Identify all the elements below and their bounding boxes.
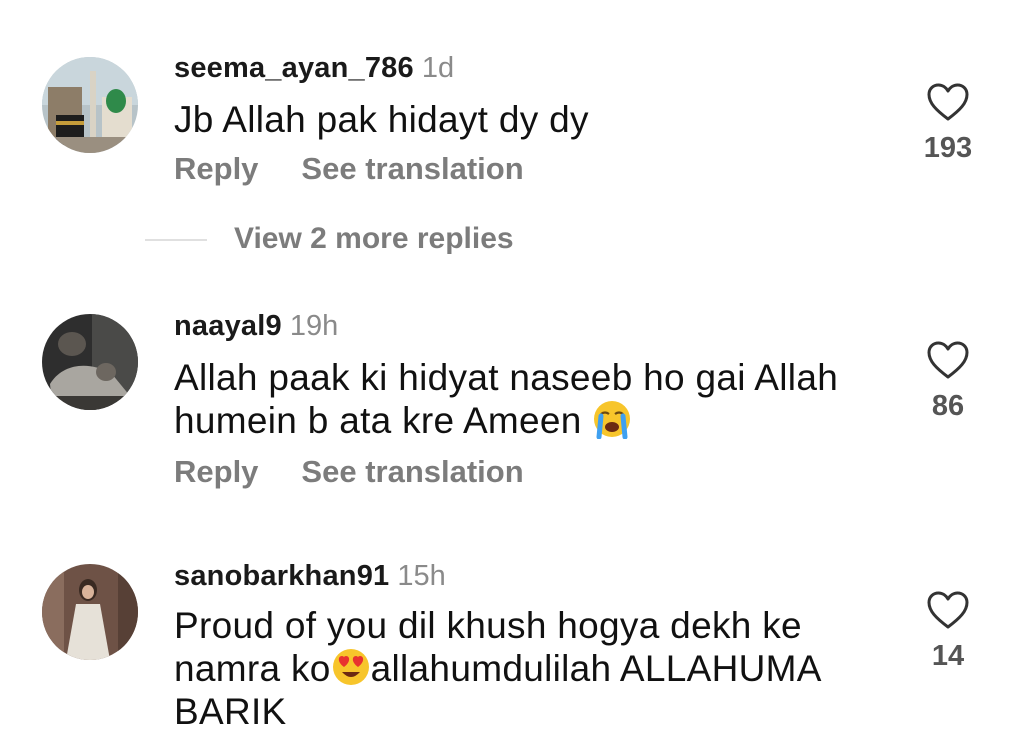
- comment-text: Allah paak ki hidyat naseeb ho gai Allah…: [174, 356, 894, 442]
- see-translation-button[interactable]: See translation: [301, 151, 523, 187]
- comment-username[interactable]: naayal9: [174, 310, 282, 342]
- comment-time: 15h: [397, 560, 446, 592]
- crying-face-emoji-icon: [594, 401, 631, 439]
- comment-username[interactable]: seema_ayan_786: [174, 52, 414, 84]
- comment-text-fragment: allahumdulilah ALLAHUMA: [370, 648, 822, 689]
- like-count: 14: [931, 640, 965, 672]
- heart-eyes-face-emoji-icon: [332, 649, 369, 685]
- reply-button[interactable]: Reply: [174, 454, 258, 490]
- comment-text-line: Allah paak ki hidyat naseeb ho gai Allah: [174, 357, 839, 398]
- comment-text-fragment: humein b ata kre Ameen: [174, 400, 582, 441]
- avatar-image: [42, 564, 138, 660]
- heart-icon[interactable]: [926, 82, 970, 122]
- avatar[interactable]: [42, 564, 138, 660]
- like-count: 86: [931, 390, 965, 422]
- comment-text-line: humein b ata kre Ameen: [174, 399, 894, 442]
- divider: [145, 239, 207, 241]
- view-more-replies-label[interactable]: View 2 more replies: [234, 222, 514, 256]
- like-control[interactable]: 86: [912, 340, 984, 423]
- heart-icon[interactable]: [926, 590, 970, 630]
- reply-button[interactable]: Reply: [174, 151, 258, 187]
- like-count: 193: [923, 132, 973, 164]
- heart-icon[interactable]: [926, 340, 970, 380]
- comment-text: Proud of you dil khush hogya dekh ke nam…: [174, 604, 894, 733]
- comment-time: 1d: [421, 52, 455, 84]
- avatar[interactable]: [42, 314, 138, 410]
- comment-time: 19h: [289, 310, 339, 342]
- avatar[interactable]: [42, 57, 138, 153]
- comment-username[interactable]: sanobarkhan91: [174, 560, 389, 592]
- comment-text-line: BARIK: [174, 691, 287, 732]
- comment-text-line: Proud of you dil khush hogya dekh ke: [174, 605, 802, 646]
- avatar-image: [42, 314, 138, 410]
- see-translation-button[interactable]: See translation: [301, 454, 523, 490]
- like-control[interactable]: 193: [912, 82, 984, 165]
- comment-text-fragment: namra ko: [174, 648, 331, 689]
- comment-text: Jb Allah pak hidayt dy dy: [174, 99, 589, 140]
- avatar-image: [42, 57, 138, 153]
- comment-text-line: namra ko allahumdulilah ALLAHUMA: [174, 647, 894, 690]
- like-control[interactable]: 14: [912, 590, 984, 673]
